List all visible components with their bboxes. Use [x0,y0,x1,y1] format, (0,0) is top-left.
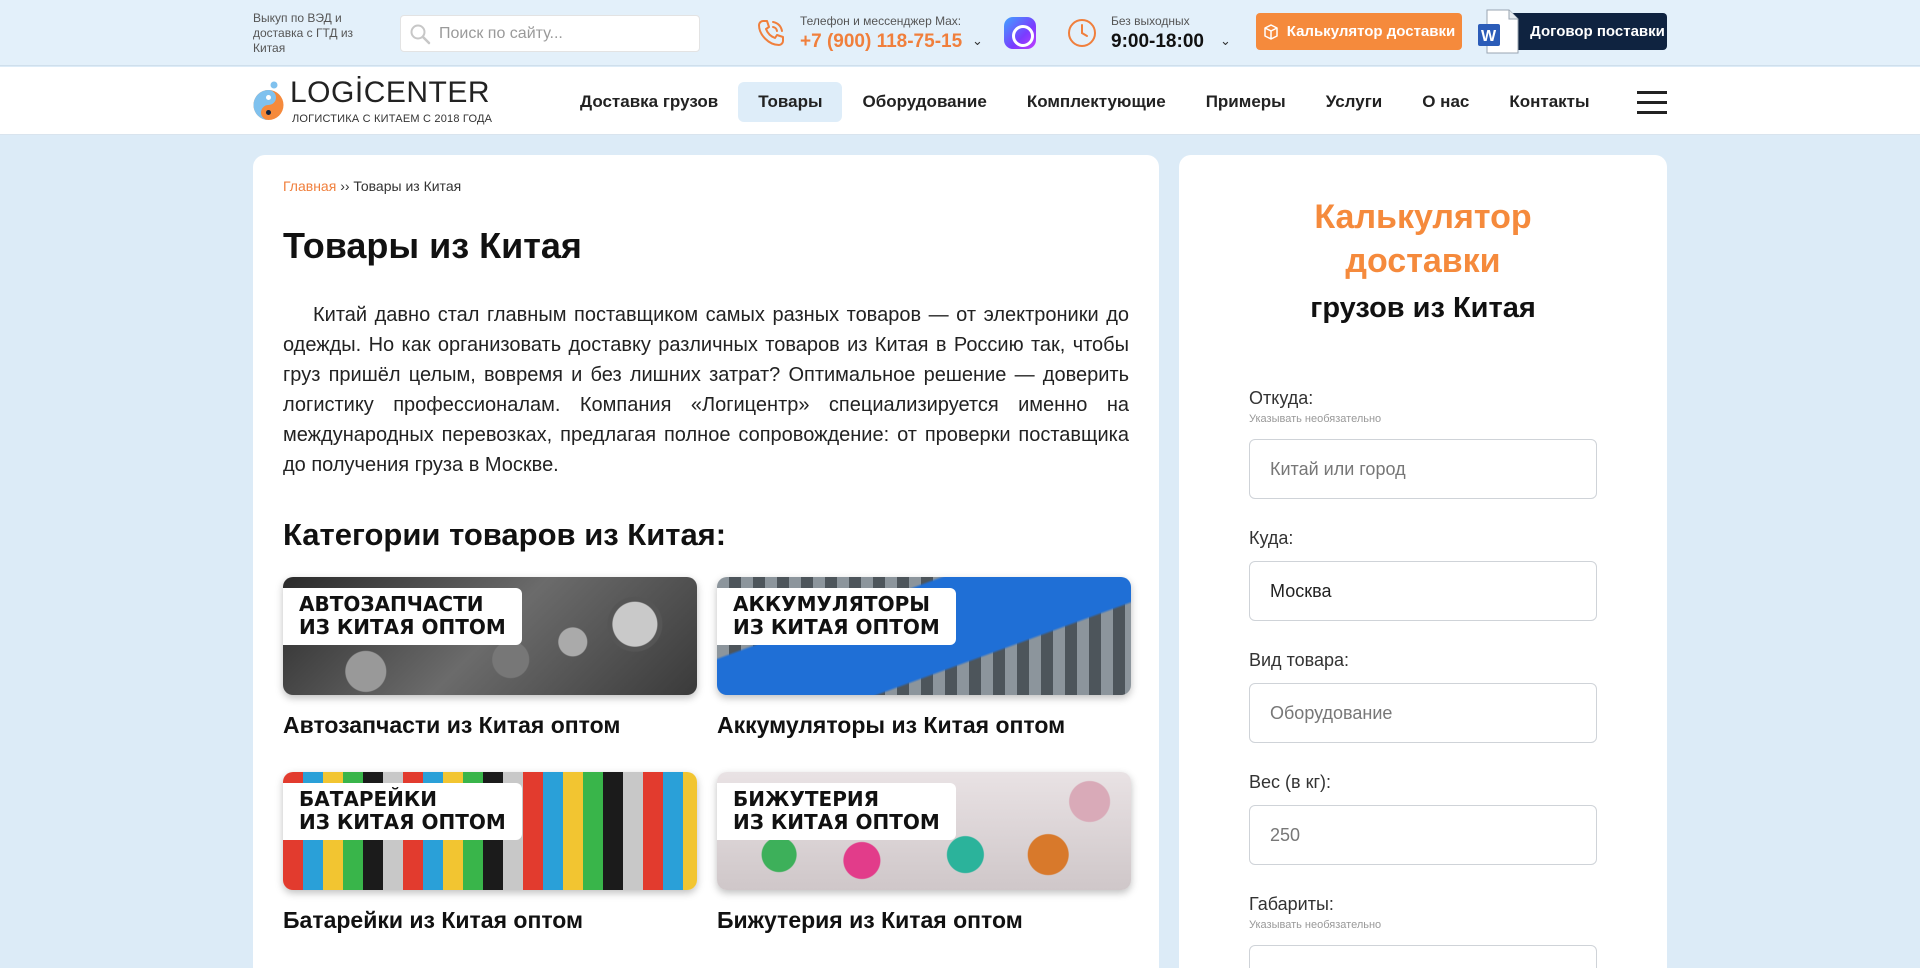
category-caption-link[interactable]: Автозапчасти из Китая оптом [283,712,697,739]
weight-label: Вес (в кг): [1249,772,1332,792]
to-input[interactable] [1249,561,1597,621]
nav-item-contacts[interactable]: Контакты [1489,82,1609,122]
clock-icon [1068,19,1096,47]
hours-label: Без выходных [1111,14,1190,28]
calculator-card: Калькулятор доставки грузов из Китая Отк… [1179,155,1667,968]
goods-type-label: Вид товара: [1249,650,1350,670]
search-input[interactable] [439,16,694,51]
main-nav: Доставка грузов Товары Оборудование Комп… [560,82,1610,122]
nav-item-components[interactable]: Комплектующие [1007,82,1186,122]
dimensions-hint: Указывать необязательно [1249,919,1382,931]
breadcrumb: Главная ›› Товары из Китая [283,178,461,194]
dimensions-label: Габариты: [1249,894,1334,914]
category-image-batteries[interactable]: БАТАРЕЙКИ ИЗ КИТАЯ ОПТОМ [283,772,697,890]
category-image-accumulators[interactable]: АККУМУЛЯТОРЫ ИЗ КИТАЯ ОПТОМ [717,577,1131,695]
hamburger-icon[interactable] [1637,91,1667,115]
content-card: Главная ›› Товары из Китая Товары из Кит… [253,155,1159,968]
nav-item-goods[interactable]: Товары [738,82,843,122]
weight-input[interactable] [1249,805,1597,865]
goods-type-input[interactable] [1249,683,1597,743]
category-card-batteries-acc[interactable]: АККУМУЛЯТОРЫ ИЗ КИТАЯ ОПТОМ Аккумуляторы… [717,577,1131,739]
supply-contract-button[interactable]: Договор поставки [1510,13,1667,50]
phone-chevron-down-icon[interactable]: ⌄ [972,33,983,49]
svg-text:W: W [1481,28,1497,45]
breadcrumb-home-link[interactable]: Главная [283,178,336,194]
category-image-jewelry[interactable]: БИЖУТЕРИЯ ИЗ КИТАЯ ОПТОМ [717,772,1131,890]
category-badge: БАТАРЕЙКИ ИЗ КИТАЯ ОПТОМ [283,783,522,840]
hours-chevron-down-icon[interactable]: ⌄ [1220,33,1231,49]
working-hours: 9:00-18:00 [1111,31,1204,52]
logo-name[interactable]: LOGİCENTER [290,76,490,110]
delivery-calculator-button[interactable]: Калькулятор доставки [1256,13,1462,50]
phone-icon [758,20,784,46]
nav-item-cargo-delivery[interactable]: Доставка грузов [560,82,738,122]
to-label: Куда: [1249,528,1294,548]
from-input[interactable] [1249,439,1597,499]
max-messenger-icon[interactable] [1004,17,1036,49]
category-caption-link[interactable]: Аккумуляторы из Китая оптом [717,712,1131,739]
search-icon[interactable] [409,23,431,45]
supply-contract-label: Договор поставки [1530,23,1665,40]
category-card-batteries[interactable]: БАТАРЕЙКИ ИЗ КИТАЯ ОПТОМ Батарейки из Ки… [283,772,697,934]
category-card-jewelry[interactable]: БИЖУТЕРИЯ ИЗ КИТАЯ ОПТОМ Бижутерия из Ки… [717,772,1131,934]
phone-label: Телефон и мессенджер Max: [800,14,962,28]
category-badge: БИЖУТЕРИЯ ИЗ КИТАЯ ОПТОМ [717,783,956,840]
top-bar: Выкуп по ВЭД и доставка с ГТД из Китая Т… [0,0,1920,66]
box-icon [1264,23,1278,40]
calculator-subtitle: грузов из Китая [1310,292,1536,324]
logo-subtitle: ЛОГИСТИКА С КИТАЕМ С 2018 ГОДА [292,113,493,125]
phone-number-link[interactable]: +7 (900) 118-75-15 [800,31,962,53]
search-box[interactable] [400,15,700,52]
logo-icon[interactable] [252,81,285,123]
category-badge: АККУМУЛЯТОРЫ ИЗ КИТАЯ ОПТОМ [717,588,956,645]
tagline: Выкуп по ВЭД и доставка с ГТД из Китая [253,11,354,55]
category-caption-link[interactable]: Бижутерия из Китая оптом [717,907,1131,934]
breadcrumb-current: Товары из Китая [353,178,462,194]
breadcrumb-separator: ›› [340,178,350,194]
category-caption-link[interactable]: Батарейки из Китая оптом [283,907,697,934]
category-badge: АВТОЗАПЧАСТИ ИЗ КИТАЯ ОПТОМ [283,588,522,645]
delivery-calculator-label: Калькулятор доставки [1286,23,1456,40]
nav-item-about[interactable]: О нас [1402,82,1489,122]
from-label: Откуда: [1249,388,1314,408]
nav-item-equipment[interactable]: Оборудование [842,82,1006,122]
from-hint: Указывать необязательно [1249,413,1382,425]
word-document-icon[interactable]: W [1477,9,1519,54]
categories-heading: Категории товаров из Китая: [283,517,727,552]
nav-item-examples[interactable]: Примеры [1186,82,1306,122]
page-title: Товары из Китая [283,225,582,266]
category-image-auto-parts[interactable]: АВТОЗАПЧАСТИ ИЗ КИТАЯ ОПТОМ [283,577,697,695]
category-card-auto-parts[interactable]: АВТОЗАПЧАСТИ ИЗ КИТАЯ ОПТОМ Автозапчасти… [283,577,697,739]
nav-item-services[interactable]: Услуги [1306,82,1403,122]
dimensions-input[interactable] [1249,945,1597,968]
calculator-title: Калькулятор доставки [1314,198,1532,280]
intro-paragraph: Китай давно стал главным поставщиком сам… [283,304,1129,476]
